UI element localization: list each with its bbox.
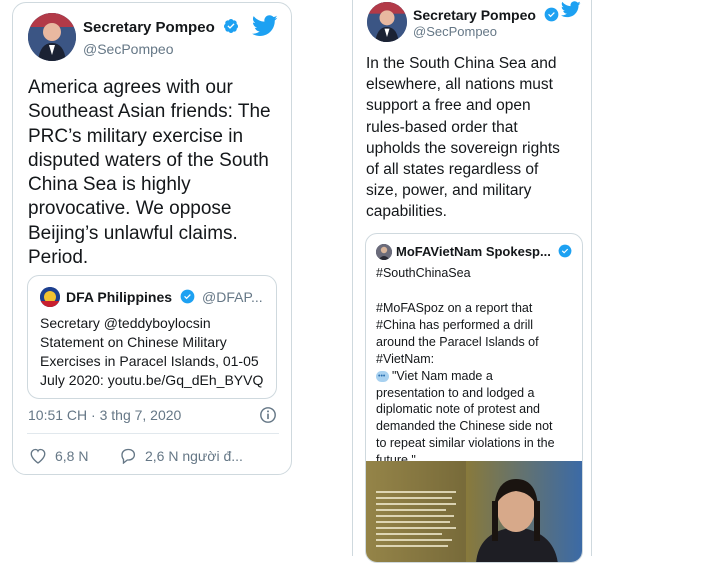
tweet-text-line: America agrees with our — [28, 77, 233, 98]
quote-body-line: around the Paracel Islands of — [376, 334, 539, 349]
tweet-text-line: Beijing’s unlawful claims. — [28, 222, 238, 244]
quote-text-line: Statement on Chinese Military — [40, 334, 227, 350]
heart-icon — [30, 448, 46, 464]
tweet-text-line: upholds the sovereign rights — [366, 139, 560, 157]
quoted-tweet[interactable]: MoFAVietNam Spokesp... #SouthChinaSea #M… — [365, 233, 583, 563]
tweet-text-line: rules-based order that — [366, 118, 518, 136]
tweet-text-line: capabilities. — [366, 203, 447, 221]
tweet-text-line: provocative. We oppose — [28, 198, 232, 220]
quote-author-name: MoFAVietNam Spokesp... — [396, 244, 572, 259]
quote-body-line: diplomatic note of protest and — [376, 402, 540, 417]
quote-body-line: to repeat similar violations in the — [376, 436, 555, 451]
avatar[interactable] — [367, 2, 407, 42]
tweet-text: America agrees with our Southeast Asian … — [28, 76, 288, 270]
quote-body-line: #MoFASpoz on a report that — [376, 301, 533, 315]
author-handle[interactable]: @SecPompeo — [83, 41, 173, 57]
author-name[interactable]: Secretary Pompeo — [413, 7, 559, 23]
divider — [27, 433, 279, 434]
author-name[interactable]: Secretary Pompeo — [83, 18, 239, 36]
tweet-card-2[interactable]: Secretary Pompeo @SecPompeo In the South… — [352, 0, 592, 563]
quote-text: Secretary @teddyboylocsin Statement on C… — [40, 314, 272, 390]
quote-body-line: ••• "Viet Nam made a — [376, 368, 493, 383]
twitter-bird-icon[interactable] — [561, 1, 581, 18]
quote-avatar — [376, 244, 392, 260]
tweet-text-line: support a free and open — [366, 97, 531, 115]
quote-text-line: July 2020: youtu.be/Gq_dEh_BYVQ — [40, 372, 264, 388]
timestamp[interactable]: 10:51 CH · 3 thg 7, 2020 — [28, 407, 181, 423]
quote-body: #MoFASpoz on a report that #China has pe… — [376, 300, 580, 469]
verified-badge-icon — [223, 19, 238, 33]
like-count: 6,8 N — [55, 447, 89, 464]
twitter-bird-icon[interactable] — [252, 15, 278, 37]
tweet-text-line: size, power, and military — [366, 182, 532, 200]
quote-body-line: #China has performed a drill — [376, 317, 534, 332]
author-handle[interactable]: @SecPompeo — [413, 24, 497, 39]
tweet-text-line: In the South China Sea and — [366, 55, 557, 72]
info-icon[interactable] — [259, 406, 277, 424]
press-conference-photo — [366, 461, 582, 562]
quote-text-line: Secretary @teddyboylocsin — [40, 315, 211, 331]
quote-author-name: DFA Philippines — [66, 289, 195, 305]
tweet-text-line: Period. — [28, 247, 89, 269]
tweet-text-line: disputed waters of the South — [28, 149, 269, 171]
tweet-text-line: elsewhere, all nations must — [366, 76, 553, 94]
tweet-card-1[interactable]: Secretary Pompeo @SecPompeo America agre… — [12, 2, 292, 475]
verified-badge-icon — [559, 244, 572, 258]
avatar[interactable] — [28, 13, 76, 61]
like-button[interactable]: 6,8 N — [29, 447, 88, 464]
reply-icon — [121, 448, 136, 464]
quote-author-handle: @DFAP... — [202, 289, 263, 305]
quote-media-image[interactable] — [366, 461, 582, 562]
speech-balloon-dots: ••• — [378, 372, 386, 380]
quoted-tweet[interactable]: DFA Philippines @DFAP... Secretary @tedd… — [27, 275, 277, 399]
quote-text-line: Exercises in Paracel Islands, 01-05 — [40, 353, 259, 369]
speech-balloon-emoji: ••• — [376, 370, 389, 382]
tweet-text-line: PRC’s military exercise in — [28, 125, 244, 147]
reply-button[interactable]: 2,6 N người đ... — [119, 447, 243, 464]
quote-avatar — [40, 287, 60, 307]
tweet-text-line: China Sea is highly — [28, 174, 191, 196]
tweet-text-line: of all states regardless of — [366, 161, 539, 179]
quote-hashtag[interactable]: #SouthChinaSea — [376, 266, 471, 280]
verified-badge-icon — [180, 289, 195, 304]
tweet-text: In the South China Sea and elsewhere, al… — [366, 53, 588, 223]
verified-badge-icon — [544, 7, 559, 22]
reply-count: 2,6 N người đ... — [145, 447, 243, 464]
quote-body-line: demanded the Chinese side not — [376, 419, 553, 434]
quote-body-line: #VietNam: — [376, 351, 435, 366]
tweet-text-line: Southeast Asian friends: The — [28, 101, 271, 123]
quote-body-line: presentation to and lodged a — [376, 385, 535, 400]
